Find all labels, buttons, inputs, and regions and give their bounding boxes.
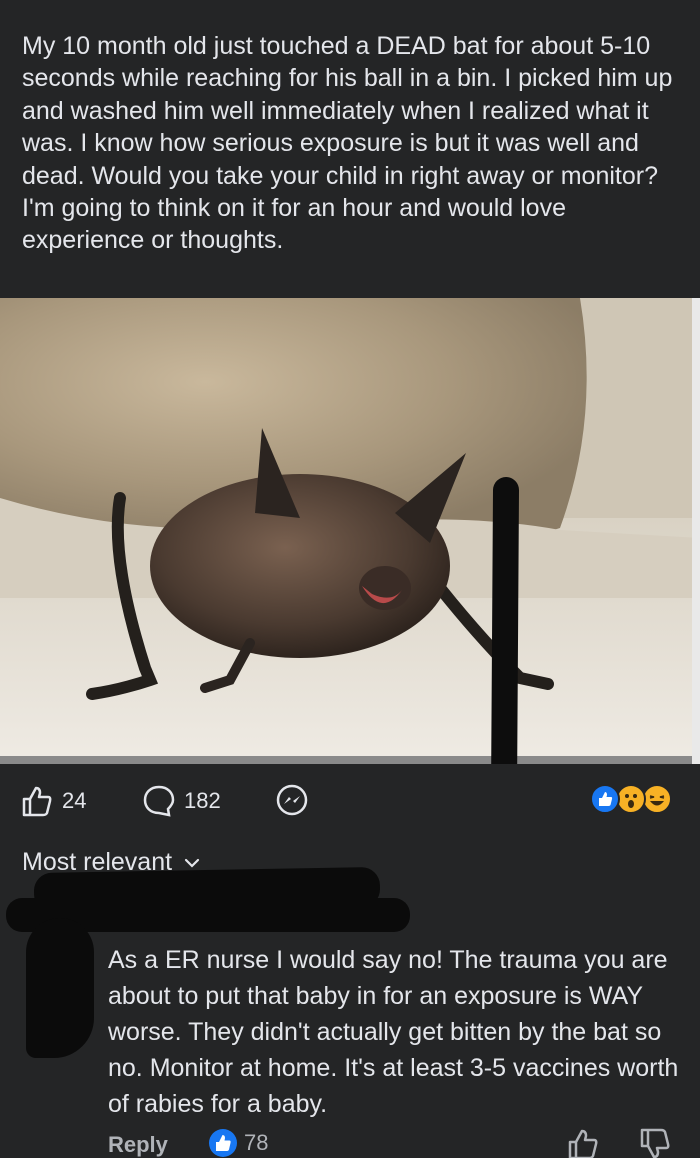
messenger-share-button[interactable] [274,784,310,818]
messenger-icon [276,784,308,816]
comment-count: 182 [184,788,221,813]
comment-bubble-icon [143,785,175,817]
comment-like-summary[interactable]: 78 [208,1128,268,1158]
comment-button[interactable]: 182 [142,784,221,818]
comment-like-button[interactable] [566,1128,600,1158]
bat-photo-image [0,298,700,764]
reply-button[interactable]: Reply [108,1132,168,1158]
reactions-summary[interactable] [590,784,680,816]
haha-reaction-icon [642,784,672,814]
thumbs-up-icon [22,786,52,817]
wow-reaction-icon [616,784,646,814]
like-button[interactable]: 24 [20,784,86,818]
comment-text: As a ER nurse I would say no! The trauma… [108,946,679,1118]
post-photo[interactable] [0,298,700,764]
thumbs-down-icon [640,1128,670,1158]
chevron-down-icon [184,858,200,868]
thumbs-up-icon [568,1129,598,1158]
like-reaction-icon [590,784,620,814]
post-text: My 10 month old just touched a DEAD bat … [22,32,673,255]
comment-like-count: 78 [244,1130,269,1155]
like-count: 24 [62,788,87,813]
comment-dislike-button[interactable] [638,1128,672,1158]
redacted-avatar [26,918,94,1058]
like-reaction-icon [209,1129,237,1157]
comment-footer: Reply 78 [0,1128,700,1158]
post-action-bar: 24 182 [0,778,700,824]
